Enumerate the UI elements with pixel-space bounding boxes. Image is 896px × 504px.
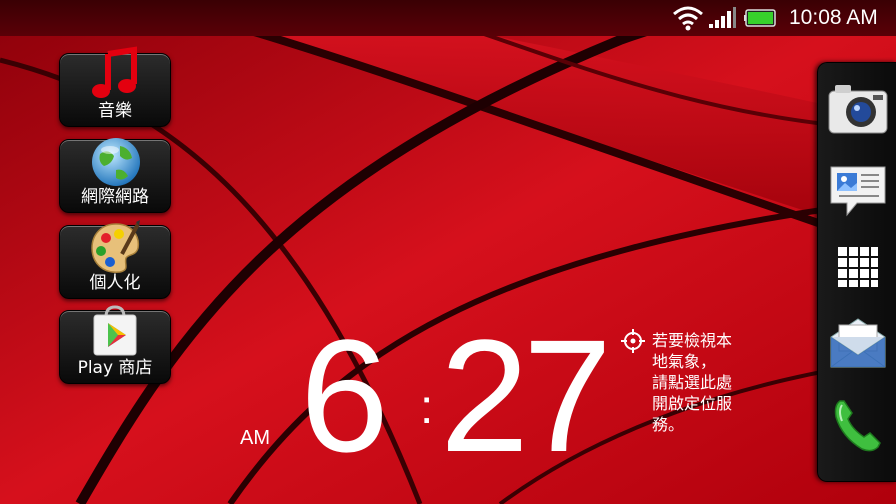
camera-icon	[828, 85, 888, 134]
mail-icon	[830, 318, 886, 368]
app-label: 音樂	[98, 101, 132, 121]
app-label: 個人化	[89, 273, 141, 293]
launcher-dock	[817, 62, 896, 482]
app-internet[interactable]: 網際網路	[59, 138, 171, 213]
app-label: Play 商店	[77, 358, 153, 378]
app-label: 網際網路	[81, 187, 149, 207]
status-bar: 10:08 AM	[0, 0, 896, 36]
dock-mail[interactable]	[826, 311, 890, 375]
clock-colon: :	[420, 381, 434, 434]
weather-location-message[interactable]: 若要檢視本 地氣象， 請點選此處 開啟定位服 務。	[652, 330, 762, 435]
clock-minutes[interactable]: 27	[440, 316, 612, 476]
location-target-icon[interactable]	[620, 328, 646, 354]
clock-hour[interactable]: 6	[300, 316, 389, 476]
dock-phone[interactable]	[826, 393, 890, 457]
app-music[interactable]: 音樂	[59, 46, 171, 127]
dock-messages[interactable]	[826, 159, 890, 223]
battery-icon	[744, 0, 778, 36]
status-time: 10:08 AM	[789, 6, 878, 29]
cell-signal-icon	[708, 0, 736, 36]
wifi-icon	[672, 0, 706, 36]
dock-camera[interactable]	[826, 75, 890, 139]
message-icon	[830, 166, 886, 217]
app-play-store[interactable]: Play 商店	[59, 305, 171, 384]
clock-ampm: AM	[240, 427, 270, 449]
phone-icon	[834, 400, 881, 452]
app-grid-icon	[838, 247, 878, 287]
app-personalize[interactable]: 個人化	[59, 220, 171, 299]
dock-all-apps[interactable]	[826, 235, 890, 299]
